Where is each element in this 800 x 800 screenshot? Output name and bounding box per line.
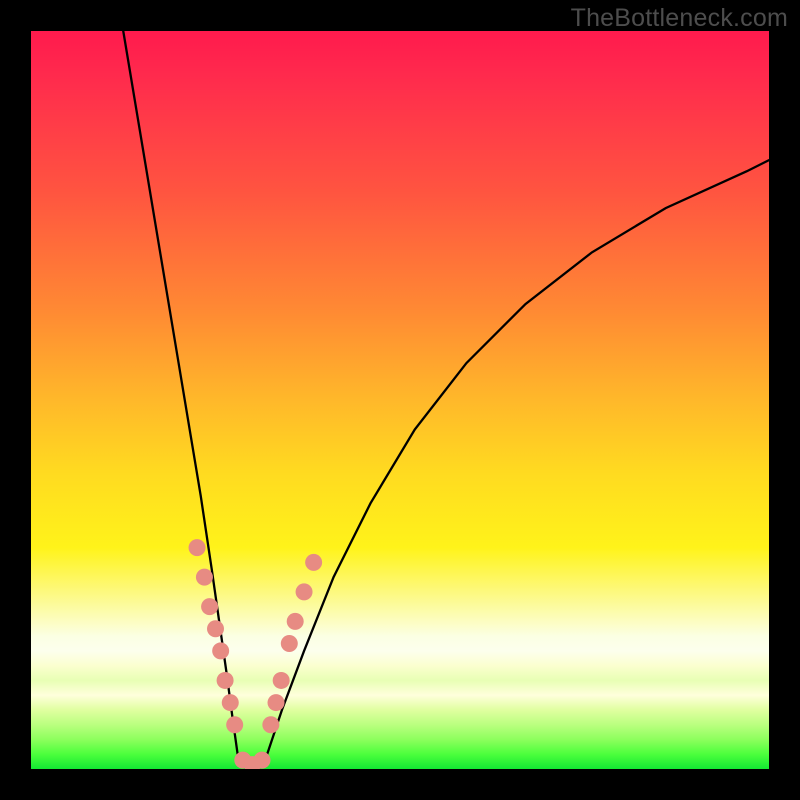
curve-svg bbox=[31, 31, 769, 769]
curve-right-arm bbox=[267, 160, 769, 754]
plot-area bbox=[31, 31, 769, 769]
data-point bbox=[217, 672, 234, 689]
data-point bbox=[262, 716, 279, 733]
data-point bbox=[281, 635, 298, 652]
data-point bbox=[226, 716, 243, 733]
data-point bbox=[296, 583, 313, 600]
data-point bbox=[268, 694, 285, 711]
data-point bbox=[207, 620, 224, 637]
data-point bbox=[273, 672, 290, 689]
data-point bbox=[212, 642, 229, 659]
data-point bbox=[287, 613, 304, 630]
watermark-text: TheBottleneck.com bbox=[571, 4, 788, 33]
data-point bbox=[196, 569, 213, 586]
data-point bbox=[253, 752, 270, 769]
data-point bbox=[305, 554, 322, 571]
chart-frame: TheBottleneck.com bbox=[0, 0, 800, 800]
data-point bbox=[201, 598, 218, 615]
data-point bbox=[189, 539, 206, 556]
data-point bbox=[222, 694, 239, 711]
